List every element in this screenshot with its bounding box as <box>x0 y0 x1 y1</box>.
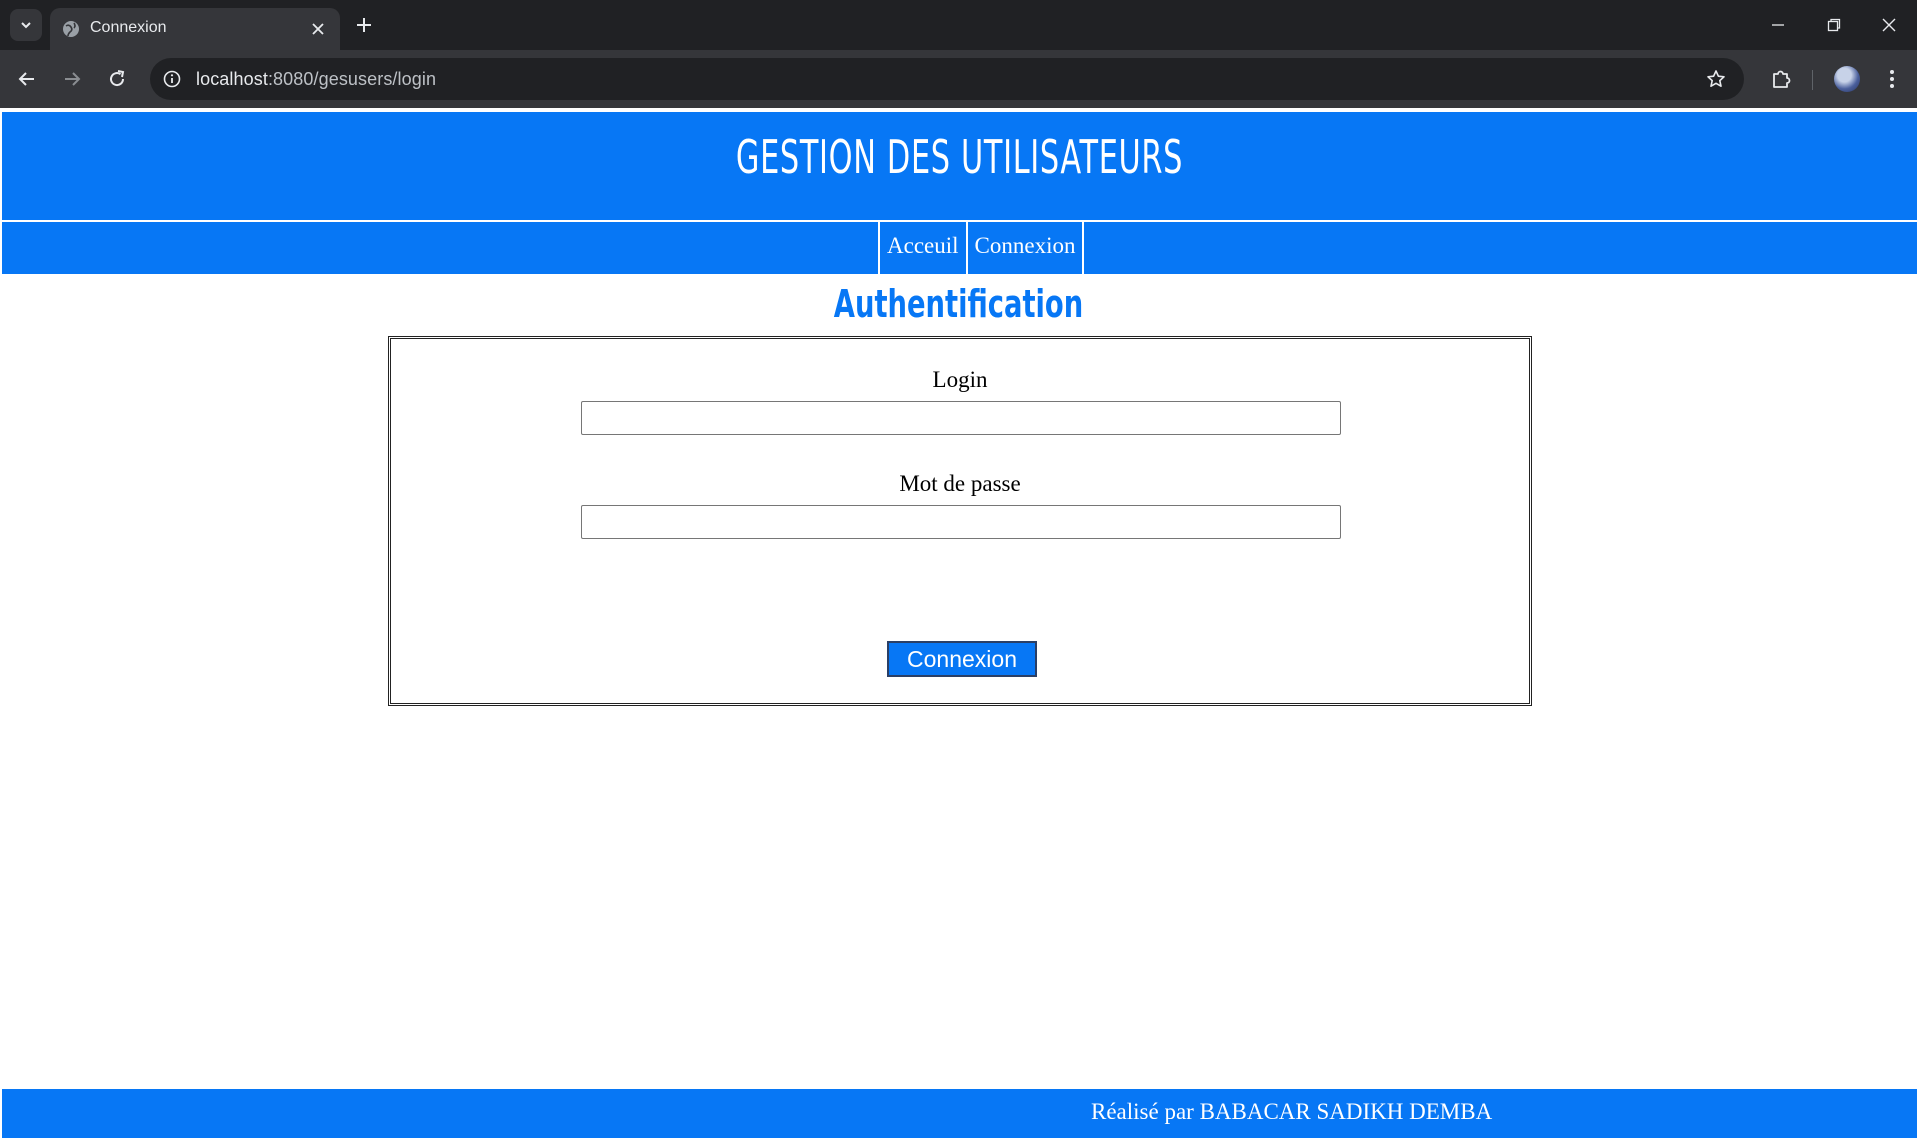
chevron-down-icon <box>21 22 31 29</box>
nav-link-accueil[interactable]: Acceuil <box>878 222 966 274</box>
url-path: :8080/gesusers/login <box>267 69 437 89</box>
puzzle-icon <box>1773 70 1791 88</box>
arrow-left-icon <box>18 72 34 86</box>
site-footer: Réalisé par BABACAR SADIKH DEMBA <box>2 1089 1917 1138</box>
star-icon <box>1707 70 1725 87</box>
kebab-menu-icon <box>1890 70 1894 88</box>
url-host: localhost <box>196 69 268 89</box>
restore-icon <box>1827 18 1841 32</box>
back-button[interactable] <box>11 63 43 95</box>
toolbar-divider <box>1812 70 1813 90</box>
tab-title: Connexion <box>90 19 167 36</box>
web-page: GESTION DES UTILISATEURS Acceuil Connexi… <box>0 108 1917 1138</box>
site-header: GESTION DES UTILISATEURS <box>2 112 1917 222</box>
arrow-right-icon <box>65 72 81 86</box>
tab-list-button[interactable] <box>10 9 42 41</box>
forward-button[interactable] <box>56 63 88 95</box>
login-label: Login <box>932 367 988 392</box>
nav-link-connexion[interactable]: Connexion <box>965 222 1085 274</box>
minimize-button[interactable] <box>1750 0 1806 50</box>
avatar <box>1834 66 1860 92</box>
plus-icon <box>357 18 371 32</box>
site-title: GESTION DES UTILISATEURS <box>735 130 1184 184</box>
bookmark-button[interactable] <box>1704 67 1728 91</box>
globe-icon <box>63 21 79 37</box>
nav-menu: Acceuil Connexion <box>878 222 1085 274</box>
close-icon <box>312 23 324 35</box>
browser-tab[interactable]: Connexion <box>50 8 340 50</box>
restore-button[interactable] <box>1806 0 1862 50</box>
page-title: Authentification <box>833 282 1084 326</box>
reload-button[interactable] <box>101 63 133 95</box>
address-bar[interactable]: localhost:8080/gesusers/login <box>150 58 1744 100</box>
login-form: Login Mot de passe Connexion <box>388 336 1532 706</box>
site-info-button[interactable] <box>160 67 184 91</box>
browser-menu-button[interactable] <box>1876 63 1908 95</box>
close-icon <box>1882 18 1896 32</box>
extensions-button[interactable] <box>1765 63 1797 95</box>
tab-close-button[interactable] <box>306 17 330 41</box>
info-icon <box>163 70 181 88</box>
close-window-button[interactable] <box>1861 0 1917 50</box>
profile-button[interactable] <box>1831 63 1863 95</box>
reload-icon <box>110 70 125 87</box>
password-label: Mot de passe <box>899 471 1021 496</box>
password-input[interactable] <box>581 505 1341 539</box>
browser-toolbar: localhost:8080/gesusers/login <box>0 50 1917 108</box>
connexion-button[interactable]: Connexion <box>887 641 1037 677</box>
minimize-icon <box>1772 24 1784 26</box>
browser-tab-bar: Connexion <box>0 0 1917 50</box>
new-tab-button[interactable] <box>350 11 378 39</box>
footer-credit: Réalisé par BABACAR SADIKH DEMBA <box>1091 1099 1493 1124</box>
login-input[interactable] <box>581 401 1341 435</box>
site-nav: Acceuil Connexion <box>2 222 1917 274</box>
url-text: localhost:8080/gesusers/login <box>196 69 436 90</box>
